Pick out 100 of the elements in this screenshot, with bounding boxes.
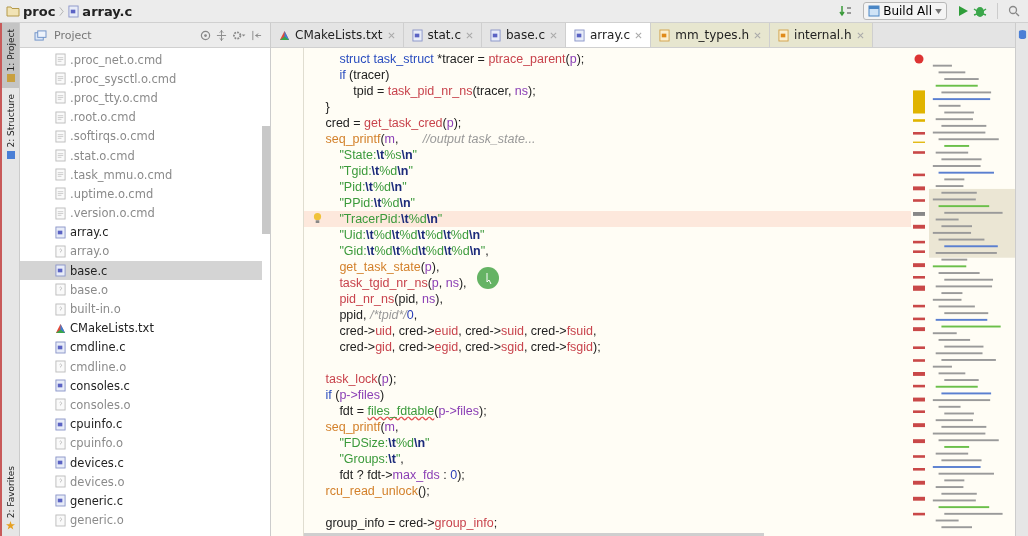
c-file-icon bbox=[574, 28, 585, 42]
chevron-icon bbox=[59, 5, 65, 17]
tree-item[interactable]: cmdline.c bbox=[20, 337, 262, 357]
code-line: "Tgid:\t%d\n" bbox=[338, 163, 413, 179]
tree-item[interactable]: generic.o bbox=[20, 510, 262, 530]
tree-item[interactable]: .proc_tty.o.cmd bbox=[20, 88, 262, 108]
unknown-file-icon bbox=[55, 283, 66, 297]
scrollbar[interactable] bbox=[262, 126, 270, 234]
close-icon[interactable] bbox=[387, 31, 395, 39]
c-file-icon bbox=[55, 340, 66, 354]
code-line: seq_printf(m, bbox=[324, 419, 399, 435]
search-icon[interactable] bbox=[1008, 5, 1020, 17]
tree-item[interactable]: .stat.o.cmd bbox=[20, 145, 262, 166]
c-file-icon bbox=[55, 379, 66, 393]
code-line: struct task_struct *tracer = ptrace_parent(p); bbox=[338, 51, 585, 67]
database-icon[interactable] bbox=[1017, 29, 1027, 40]
code-line: task_lock(p); bbox=[324, 371, 397, 387]
tree-item[interactable]: .version.o.cmd bbox=[20, 203, 262, 223]
unknown-file-icon bbox=[55, 302, 66, 316]
text-file-icon bbox=[55, 110, 66, 124]
hide-icon[interactable] bbox=[251, 29, 262, 41]
unknown-file-icon bbox=[55, 436, 66, 450]
lightbulb-icon[interactable] bbox=[313, 212, 322, 225]
close-icon[interactable] bbox=[466, 31, 473, 39]
code-line: ppid, /*tpid*/0, bbox=[338, 307, 418, 323]
tool-window-tab[interactable]: 2: Favorites bbox=[2, 459, 19, 536]
code-line: "Groups:\t", bbox=[338, 451, 404, 467]
code-line: tpid = task_pid_nr_ns(tracer, ns); bbox=[352, 83, 536, 99]
tree-item[interactable]: array.c bbox=[20, 222, 262, 242]
run-icon[interactable] bbox=[957, 5, 969, 17]
code-line: if (p->files) bbox=[324, 387, 385, 403]
c-file-icon bbox=[55, 225, 66, 239]
code-line: "PPid:\t%d\n" bbox=[338, 195, 415, 211]
tree-item[interactable]: consoles.o bbox=[20, 395, 262, 415]
text-file-icon bbox=[55, 168, 66, 182]
code-line: task_tgid_nr_ns(p, ns), bbox=[338, 275, 467, 291]
project-icon bbox=[34, 29, 47, 41]
tree-item[interactable]: .proc_net.o.cmd bbox=[20, 50, 262, 70]
scrollbar[interactable] bbox=[304, 533, 764, 536]
unknown-file-icon bbox=[55, 475, 66, 489]
c-file-icon bbox=[55, 417, 66, 431]
run-configuration-dropdown[interactable]: Build All bbox=[863, 2, 947, 20]
close-icon[interactable] bbox=[550, 31, 557, 39]
tree-item[interactable]: array.o bbox=[20, 241, 262, 262]
tree-item[interactable]: devices.o bbox=[20, 472, 262, 492]
tree-item[interactable]: built-in.o bbox=[20, 299, 262, 319]
tree-item[interactable]: generic.c bbox=[20, 491, 262, 511]
code-line: pid_nr_ns(pid, ns), bbox=[338, 291, 443, 307]
breadcrumb[interactable]: array.c bbox=[68, 3, 133, 19]
tree-item[interactable]: devices.c bbox=[20, 452, 262, 473]
code-line: rcu_read_unlock(); bbox=[324, 483, 430, 499]
tree-item[interactable]: cpuinfo.c bbox=[20, 414, 262, 434]
c-file-icon bbox=[68, 4, 80, 18]
close-icon[interactable] bbox=[635, 31, 643, 39]
tree-item[interactable]: .task_mmu.o.cmd bbox=[20, 165, 262, 185]
h-file-icon bbox=[778, 28, 790, 42]
triangle-icon bbox=[279, 29, 290, 41]
tree-item[interactable]: .root.o.cmd bbox=[20, 107, 262, 127]
tree-item[interactable]: CMakeLists.txt bbox=[20, 318, 262, 338]
tree-item[interactable]: .proc_sysctl.o.cmd bbox=[20, 69, 262, 89]
code-line: "Pid:\t%d\n" bbox=[338, 179, 407, 195]
editor-tab[interactable]: array.c bbox=[566, 23, 652, 47]
text-file-icon bbox=[55, 129, 66, 143]
c-file-icon bbox=[55, 494, 66, 508]
tree-item[interactable]: cmdline.o bbox=[20, 357, 262, 377]
editor-tab[interactable]: internal.h bbox=[770, 23, 873, 47]
tree-item[interactable]: base.o bbox=[20, 280, 262, 300]
target-icon[interactable] bbox=[200, 29, 211, 41]
text-file-icon bbox=[55, 72, 66, 86]
code-line: fdt = files_fdtable(p->files); bbox=[338, 403, 487, 419]
tree-item[interactable]: base.c bbox=[20, 261, 262, 281]
code-line: "FDSize:\t%d\n" bbox=[338, 435, 430, 451]
close-icon[interactable] bbox=[754, 31, 762, 39]
tree-item[interactable]: .softirqs.o.cmd bbox=[20, 126, 262, 146]
folder-icon bbox=[6, 5, 20, 17]
close-icon[interactable] bbox=[856, 31, 864, 39]
code-line: } bbox=[324, 99, 330, 115]
bug-icon[interactable] bbox=[973, 4, 987, 18]
tree-item[interactable]: .uptime.o.cmd bbox=[20, 184, 262, 204]
tool-window-tab[interactable]: 1: Project bbox=[2, 23, 19, 89]
tree-item[interactable]: cpuinfo.o bbox=[20, 433, 262, 453]
breadcrumb[interactable]: proc bbox=[6, 3, 56, 19]
text-file-icon bbox=[55, 206, 66, 220]
code-line: get_task_state(p), bbox=[338, 259, 440, 275]
sort-icon[interactable] bbox=[839, 4, 854, 18]
triangle-icon bbox=[55, 322, 66, 334]
c-file-icon bbox=[55, 264, 66, 278]
code-line: "Uid:\t%d\t%d\t%d\t%d\n" bbox=[338, 227, 485, 243]
code-line: fdt ? fdt->max_fds : 0); bbox=[338, 467, 465, 483]
unknown-file-icon bbox=[55, 360, 66, 374]
settings-icon[interactable] bbox=[232, 29, 246, 41]
text-file-icon bbox=[55, 91, 66, 105]
tool-window-tab[interactable]: 2: Structure bbox=[2, 88, 19, 165]
collapse-icon[interactable] bbox=[216, 29, 227, 41]
unknown-file-icon bbox=[55, 398, 66, 412]
c-file-icon bbox=[55, 456, 66, 470]
code-line: "State:\t%s\n" bbox=[338, 147, 418, 163]
code-line: cred->gid, cred->egid, cred->sgid, cred->fsgid); bbox=[338, 339, 601, 355]
tree-item[interactable]: consoles.c bbox=[20, 376, 262, 396]
editor-tab[interactable]: mm_types.h bbox=[651, 23, 771, 47]
